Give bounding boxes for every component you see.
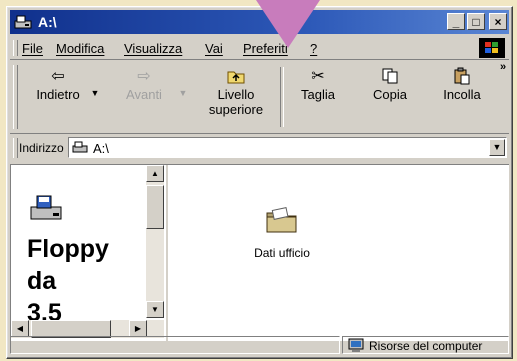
status-bar: Risorse del computer xyxy=(10,334,509,355)
toolbar-grip[interactable] xyxy=(13,65,18,129)
menu-grip[interactable] xyxy=(13,40,18,56)
address-bar: Indirizzo A:\ ▼ xyxy=(10,135,509,161)
back-button[interactable]: ⇦ Indietro xyxy=(28,67,88,102)
status-panel-zone: Risorse del computer xyxy=(342,336,509,354)
forward-arrow-icon: ⇨ xyxy=(137,68,151,85)
up-folder-icon xyxy=(198,67,274,87)
explorer-window: A:\ _ □ × File Modifica Visualizza Vai P… xyxy=(6,6,513,359)
address-dropdown-button[interactable]: ▼ xyxy=(489,139,505,156)
address-input[interactable]: A:\ ▼ xyxy=(68,137,507,158)
menu-vai[interactable]: Vai xyxy=(205,41,223,56)
back-dropdown[interactable]: ▼ xyxy=(90,88,100,98)
windows-logo-icon xyxy=(479,38,505,58)
web-view-pane: Floppy da 3,5 ▲ ▼ ◀ ▶ xyxy=(11,165,168,341)
maximize-button[interactable]: □ xyxy=(467,13,485,30)
address-label: Indirizzo xyxy=(19,141,64,155)
cut-button[interactable]: ✂ Taglia xyxy=(288,67,348,102)
folder-view: Floppy da 3,5 ▲ ▼ ◀ ▶ Dati ufficio xyxy=(10,164,509,341)
address-grip[interactable] xyxy=(13,138,18,158)
forward-label: Avanti xyxy=(126,87,162,102)
pointer-arrow-icon xyxy=(256,0,320,48)
window-title: A:\ xyxy=(38,14,57,30)
menu-modifica[interactable]: Modifica xyxy=(56,41,104,56)
folder-label: Dati ufficio xyxy=(254,246,310,260)
scissors-icon: ✂ xyxy=(311,68,325,85)
scroll-thumb[interactable] xyxy=(146,185,164,229)
floppy-drive-icon xyxy=(72,141,88,153)
copy-button[interactable]: Copia xyxy=(360,67,420,102)
copy-label: Copia xyxy=(373,87,407,102)
status-panel-main xyxy=(10,336,340,354)
cut-label: Taglia xyxy=(301,87,335,102)
address-value: A:\ xyxy=(93,141,109,156)
scroll-up-button[interactable]: ▲ xyxy=(146,165,164,182)
status-zone-text: Risorse del computer xyxy=(369,339,483,353)
floppy-drive-icon xyxy=(14,15,32,29)
up-label-line1: Livello xyxy=(217,87,255,102)
back-arrow-icon: ⇦ xyxy=(51,68,65,85)
toolbar-separator xyxy=(280,67,284,127)
folder-item[interactable]: Dati ufficio xyxy=(237,205,327,260)
drive-title-line1: Floppy xyxy=(27,235,109,263)
drive-title-line2: da xyxy=(27,267,57,295)
menu-file[interactable]: File xyxy=(22,41,43,56)
forward-dropdown[interactable]: ▼ xyxy=(178,88,188,98)
back-label: Indietro xyxy=(36,87,80,102)
clipboard-icon xyxy=(430,67,494,87)
copy-icon xyxy=(360,67,420,87)
minimize-button[interactable]: _ xyxy=(447,13,465,30)
drive-title: Floppy da 3,5 xyxy=(27,233,109,329)
computer-icon xyxy=(348,338,364,352)
folder-icon xyxy=(266,207,297,233)
vertical-scrollbar[interactable]: ▲ ▼ xyxy=(146,165,164,318)
paste-button[interactable]: Incolla xyxy=(430,67,494,102)
close-button[interactable]: × xyxy=(489,13,507,30)
up-label-line2: superiore xyxy=(208,102,264,117)
menu-visualizza[interactable]: Visualizza xyxy=(124,41,182,56)
toolbar-more-chevron[interactable]: » xyxy=(498,61,508,73)
floppy-drive-icon xyxy=(30,195,62,220)
paste-label: Incolla xyxy=(443,87,481,102)
forward-button[interactable]: ⇨ Avanti xyxy=(114,67,174,102)
up-level-button[interactable]: Livello superiore xyxy=(198,67,274,117)
standard-toolbar: ⇦ Indietro ▼ ⇨ Avanti ▼ Livello superior… xyxy=(10,61,509,134)
scroll-down-button[interactable]: ▼ xyxy=(146,301,164,318)
